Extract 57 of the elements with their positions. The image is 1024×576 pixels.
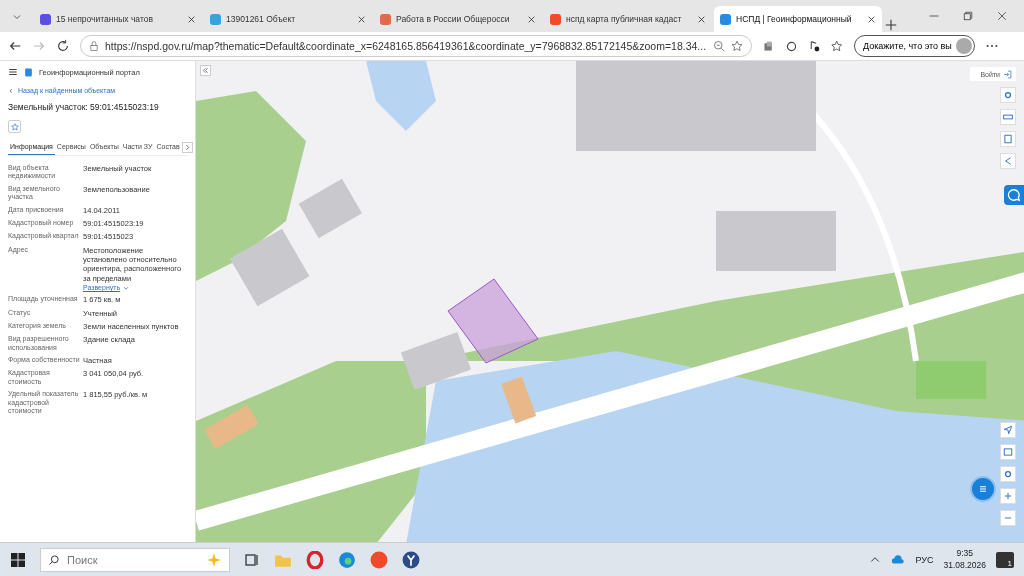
browser-tab[interactable]: 15 непрочитанных чатов bbox=[34, 6, 202, 32]
plus-icon[interactable] bbox=[884, 18, 898, 32]
search-icon bbox=[48, 553, 60, 566]
favorites-icon[interactable] bbox=[831, 39, 844, 53]
share-button[interactable] bbox=[1000, 153, 1016, 169]
language-indicator[interactable]: РУС bbox=[915, 554, 934, 565]
object-heading: Земельный участок: 59:01:4515023:19 bbox=[8, 102, 160, 112]
clock-date: 31.08.2026 bbox=[943, 559, 986, 571]
plus-icon bbox=[1003, 491, 1013, 501]
layers-button[interactable] bbox=[1000, 87, 1016, 103]
double-chevron-left-icon bbox=[201, 66, 210, 75]
close-icon[interactable] bbox=[697, 14, 706, 24]
map-view-button[interactable] bbox=[1000, 444, 1016, 460]
menu-icon[interactable] bbox=[8, 67, 18, 77]
browser-tab[interactable]: 13901261 Объект bbox=[204, 6, 372, 32]
chevron-left-icon bbox=[8, 87, 14, 94]
collapse-panel-button[interactable] bbox=[200, 65, 211, 76]
share-icon bbox=[1003, 156, 1013, 166]
ruler-icon bbox=[1003, 112, 1013, 122]
navigation-icon bbox=[1003, 425, 1013, 435]
notifications-button[interactable]: 1 bbox=[996, 551, 1014, 568]
star-icon[interactable] bbox=[731, 40, 743, 52]
browser-tab[interactable]: НСПД | Геоинформационный bbox=[714, 6, 882, 32]
chat-icon bbox=[1007, 188, 1021, 202]
portal-logo-icon bbox=[24, 67, 33, 77]
extensions-icon[interactable] bbox=[762, 39, 775, 53]
close-icon[interactable] bbox=[187, 14, 196, 24]
locate-button[interactable] bbox=[1000, 422, 1016, 438]
chat-button[interactable] bbox=[1004, 185, 1024, 205]
task-view-icon[interactable] bbox=[244, 551, 260, 568]
close-icon[interactable] bbox=[527, 14, 536, 24]
login-icon bbox=[1003, 69, 1012, 79]
clock-time: 9:35 bbox=[956, 548, 973, 560]
settings-button[interactable] bbox=[1000, 466, 1016, 482]
back-icon[interactable] bbox=[8, 39, 22, 53]
chevron-down-icon bbox=[123, 284, 130, 291]
cloud-icon[interactable] bbox=[891, 552, 906, 567]
zoom-out-icon[interactable] bbox=[713, 40, 725, 52]
close-icon[interactable] bbox=[357, 14, 366, 24]
browser-tab[interactable]: Работа в России Общеросси bbox=[374, 6, 542, 32]
profile-button[interactable]: Докажите, что это вы bbox=[854, 35, 975, 57]
print-button[interactable] bbox=[1000, 131, 1016, 147]
close-icon[interactable] bbox=[996, 10, 1008, 22]
frame-icon bbox=[1003, 447, 1013, 457]
restore-icon[interactable] bbox=[962, 10, 974, 22]
document-icon bbox=[1003, 134, 1013, 144]
favorite-button[interactable] bbox=[8, 120, 21, 133]
list-icon bbox=[977, 483, 989, 495]
scroll-tabs-button[interactable] bbox=[181, 141, 193, 153]
browser-tab[interactable]: нспд карта публичная кадаст bbox=[544, 6, 712, 32]
search-field[interactable]: Поиск bbox=[40, 547, 230, 572]
windows-start-icon[interactable] bbox=[10, 551, 26, 568]
star-icon bbox=[10, 122, 19, 131]
lock-icon bbox=[89, 41, 99, 51]
close-icon[interactable] bbox=[867, 14, 876, 24]
reload-icon[interactable] bbox=[56, 39, 70, 53]
ruler-button[interactable] bbox=[1000, 109, 1016, 125]
